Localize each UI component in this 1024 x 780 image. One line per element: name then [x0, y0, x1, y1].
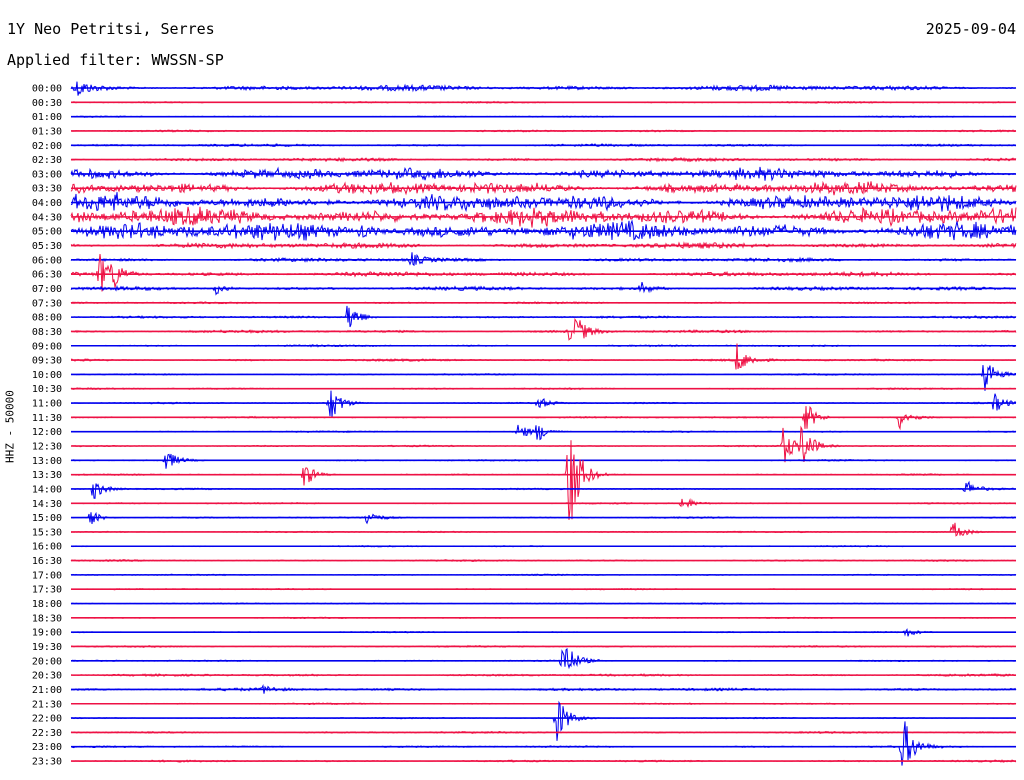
row-time-label: 05:30	[32, 241, 62, 252]
row-time-label: 21:30	[32, 699, 62, 710]
row-time-label: 20:00	[32, 656, 62, 667]
row-time-label: 16:30	[32, 556, 62, 567]
trace-line	[71, 721, 1017, 766]
trace-line	[70, 390, 1017, 419]
trace-line	[70, 480, 1017, 499]
row-time-label: 12:30	[32, 442, 62, 453]
trace-line	[70, 317, 1017, 341]
trace-line	[70, 425, 1016, 463]
trace-line	[70, 453, 1017, 469]
trace-line	[70, 440, 1017, 520]
row-time-label: 18:30	[32, 613, 62, 624]
row-time-label: 19:00	[32, 628, 62, 639]
trace-line	[71, 522, 1017, 537]
trace-line	[70, 252, 1017, 267]
row-time-label: 22:00	[32, 714, 62, 725]
trace-line	[71, 647, 1017, 670]
row-time-label: 15:30	[32, 527, 62, 538]
row-time-label: 23:30	[32, 757, 62, 768]
row-time-label: 06:30	[32, 270, 62, 281]
row-time-label: 02:30	[32, 155, 62, 166]
row-time-label: 13:30	[32, 470, 62, 481]
trace-line	[70, 343, 1017, 370]
row-time-label: 14:30	[32, 499, 62, 510]
row-time-label: 03:30	[32, 184, 62, 195]
row-time-label: 23:00	[32, 742, 62, 753]
row-time-label: 13:00	[32, 456, 62, 467]
row-time-label: 14:00	[32, 484, 62, 495]
row-time-label: 17:30	[32, 585, 62, 596]
row-time-label: 10:00	[32, 370, 62, 381]
row-time-label: 11:00	[32, 399, 62, 410]
row-time-label: 03:00	[32, 169, 62, 180]
row-time-label: 00:00	[32, 84, 62, 95]
trace-line	[70, 700, 1017, 741]
row-time-label: 06:00	[32, 255, 62, 266]
row-time-label: 10:30	[32, 384, 62, 395]
row-time-label: 22:30	[32, 728, 62, 739]
row-time-label: 07:30	[32, 298, 62, 309]
row-time-label: 12:00	[32, 427, 62, 438]
row-time-label: 00:30	[32, 98, 62, 109]
row-time-label: 20:30	[32, 671, 62, 682]
row-time-label: 21:00	[32, 685, 62, 696]
row-time-label: 04:30	[32, 212, 62, 223]
row-time-label: 02:00	[32, 141, 62, 152]
row-time-label: 04:00	[32, 198, 62, 209]
row-time-label: 01:00	[32, 112, 62, 123]
row-time-label: 07:00	[32, 284, 62, 295]
row-time-label: 09:00	[32, 341, 62, 352]
helicorder-plot: 00:00 00:30 01:00 01:30 02:00 02:30 03:00 03:30…	[32, 81, 1017, 768]
row-time-label: 11:30	[32, 413, 62, 424]
row-time-label: 01:30	[32, 126, 62, 137]
row-time-label: 15:00	[32, 513, 62, 524]
row-time-label: 18:00	[32, 599, 62, 610]
row-time-label: 19:30	[32, 642, 62, 653]
row-time-label: 09:30	[32, 356, 62, 367]
row-time-label: 08:00	[32, 313, 62, 324]
row-time-label: 08:30	[32, 327, 62, 338]
row-time-label: 17:00	[32, 570, 62, 581]
trace-line	[70, 365, 1017, 391]
row-time-label: 05:00	[32, 227, 62, 238]
row-time-label: 16:00	[32, 542, 62, 553]
